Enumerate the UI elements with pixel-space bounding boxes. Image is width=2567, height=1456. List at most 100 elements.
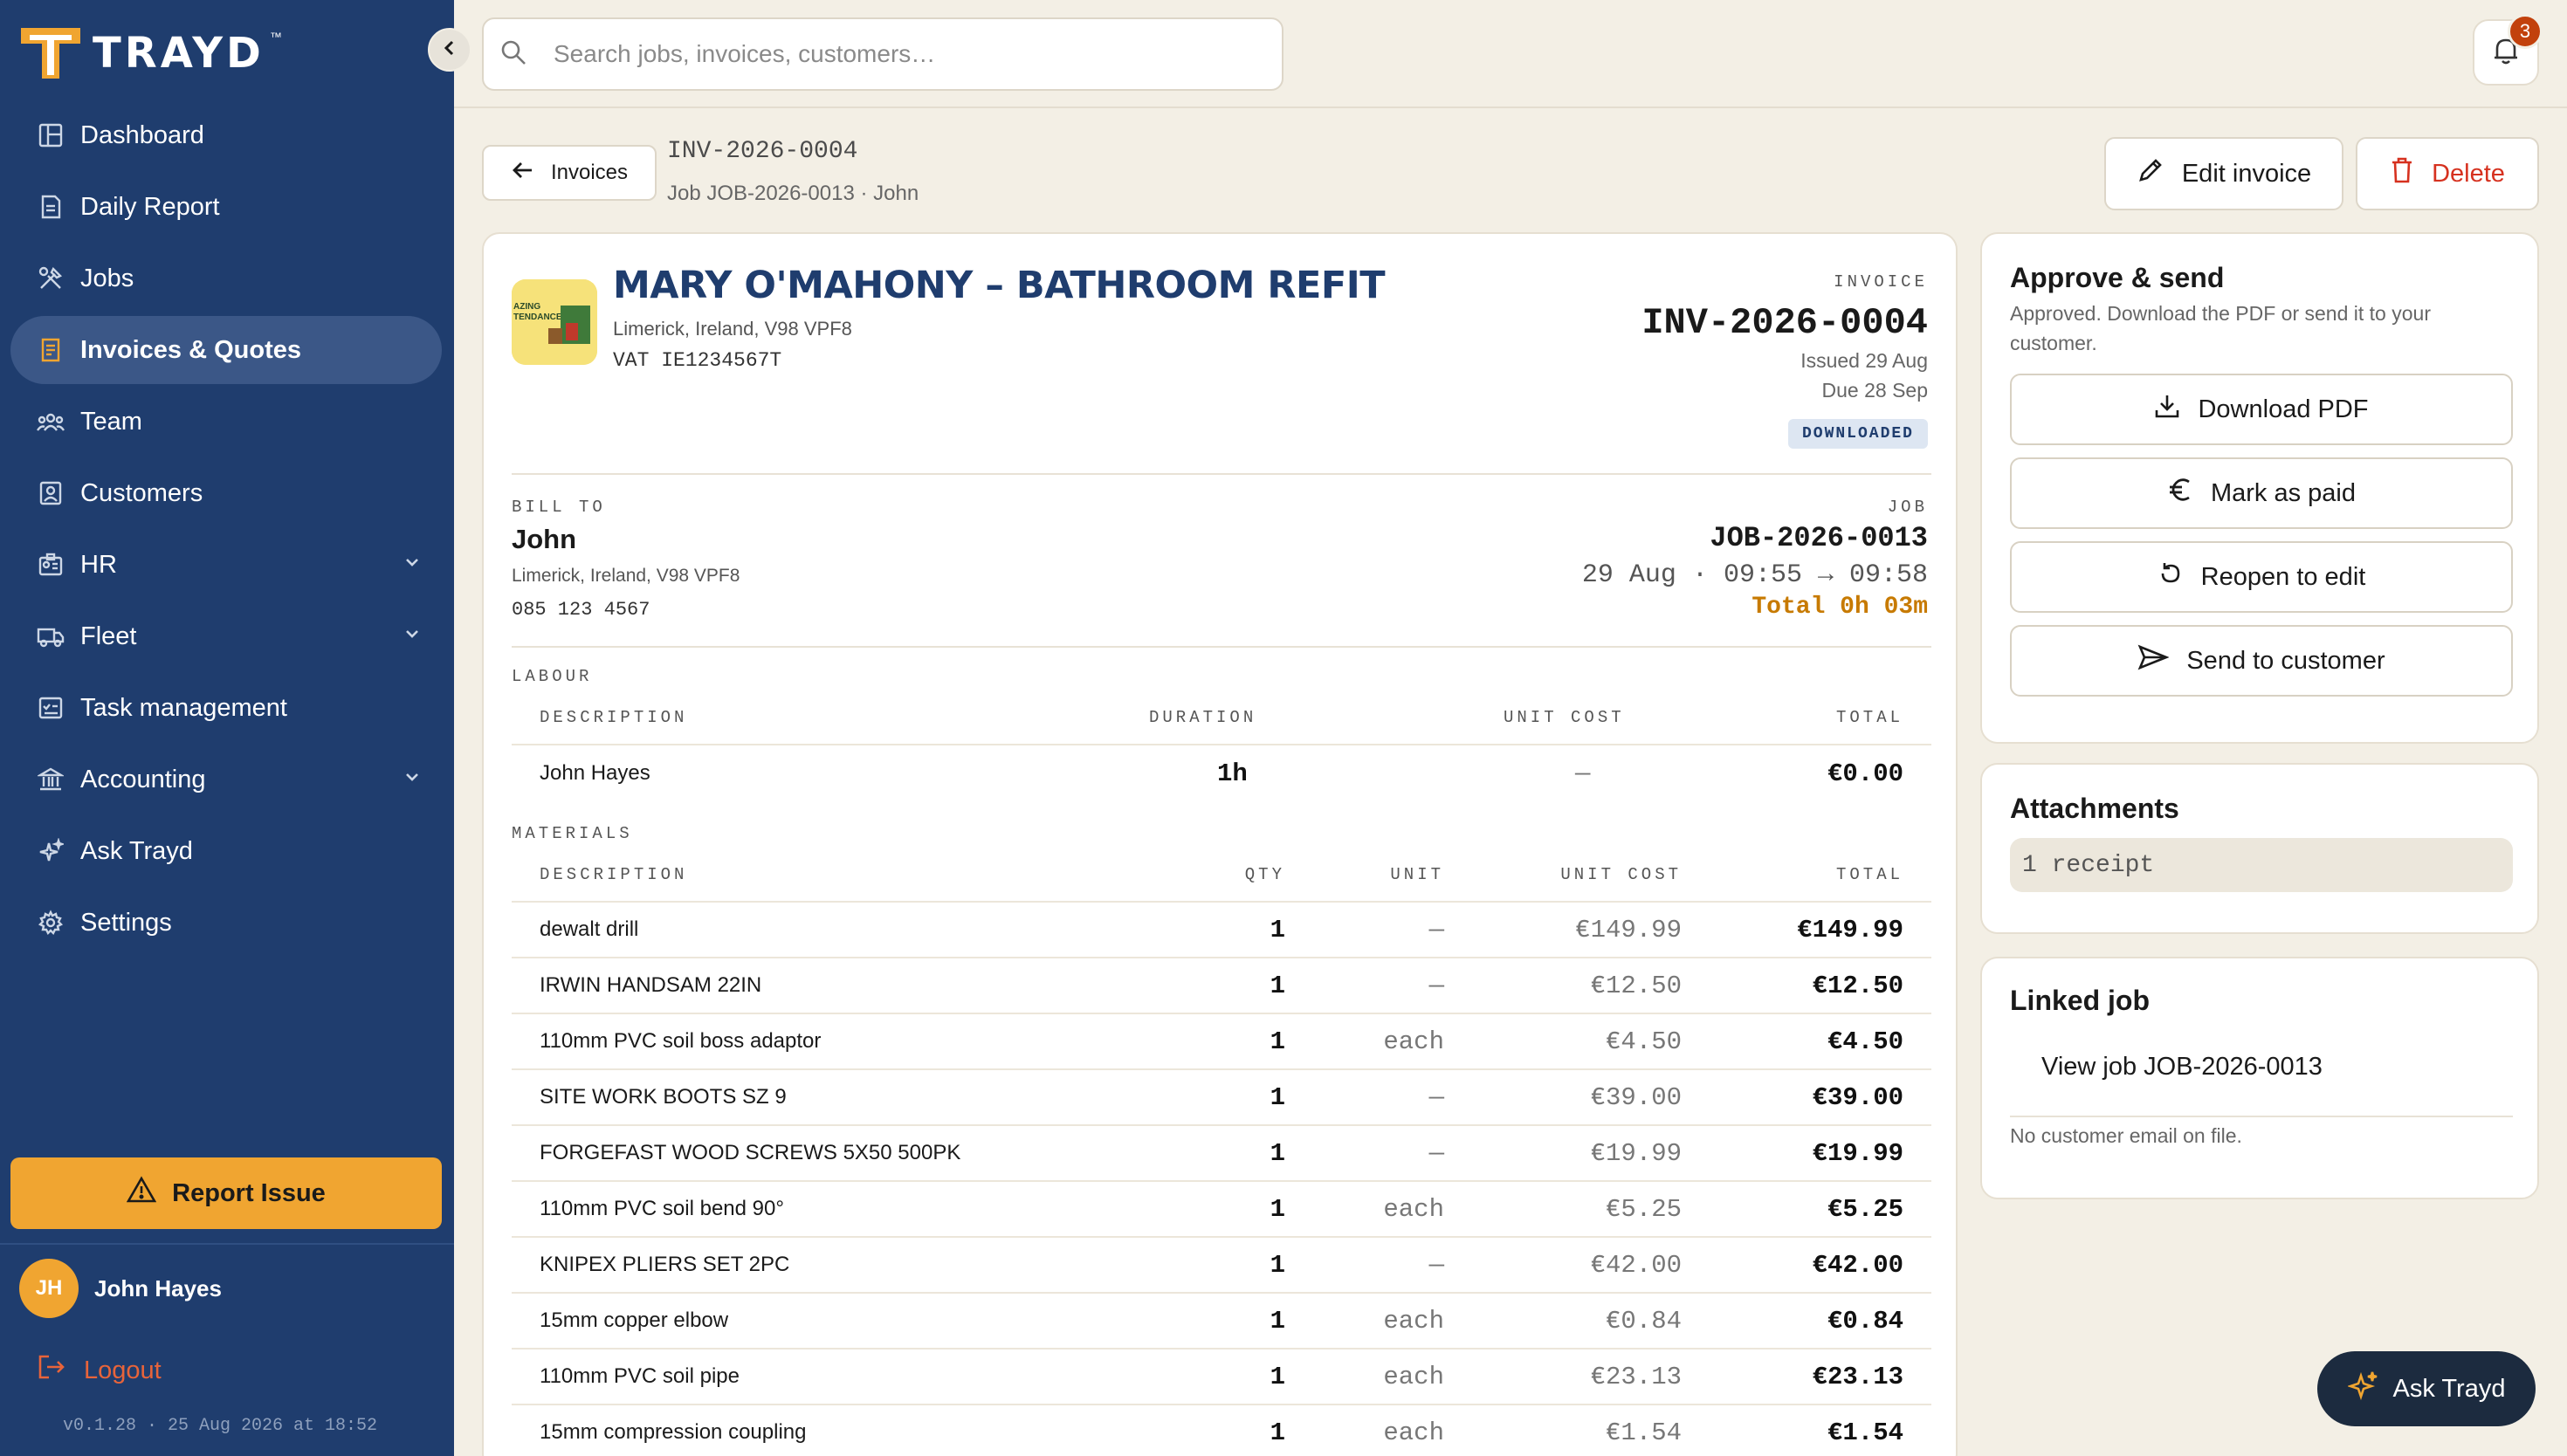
material-qty: 1	[1270, 1306, 1285, 1336]
trayd-logo-mark	[19, 26, 82, 80]
no-email-note: No customer email on file.	[2010, 1124, 2242, 1147]
material-qty: 1	[1270, 1138, 1285, 1168]
download-pdf-button[interactable]: Download PDF	[2010, 374, 2513, 445]
user-profile[interactable]: JH John Hayes	[19, 1259, 222, 1318]
notifications-button[interactable]: 3	[2473, 14, 2543, 86]
report-issue-label: Report Issue	[172, 1178, 326, 1207]
ask-trayd-label: Ask Trayd	[2392, 1374, 2506, 1403]
back-to-invoices-button[interactable]: Invoices	[482, 145, 657, 201]
sidebar-item-settings[interactable]: Settings	[10, 889, 442, 957]
truck-icon	[33, 619, 68, 654]
material-unit-cost: €23.13	[1590, 1362, 1682, 1391]
rotate-icon	[2158, 560, 2184, 594]
material-description: KNIPEX PLIERS SET 2PC	[540, 1253, 790, 1276]
sidebar-item-label: Task management	[80, 693, 287, 722]
invoice-number: INV-2026-0004	[1641, 302, 1928, 344]
material-qty: 1	[1270, 971, 1285, 1000]
table-row: dewalt drill 1 — €149.99 €149.99	[512, 903, 1931, 958]
material-unit: each	[1383, 1194, 1444, 1224]
materials-table: DESCRIPTION QTY UNIT UNIT COST TOTAL dew…	[512, 848, 1931, 1456]
customers-icon	[33, 476, 68, 511]
sidebar-nav: Dashboard Daily Report Jobs Invoices & Q…	[10, 101, 442, 960]
topbar: 3	[454, 0, 2567, 108]
material-description: 110mm PVC soil pipe	[540, 1364, 740, 1388]
column-header: TOTAL	[1835, 708, 1903, 727]
bill-to-address: Limerick, Ireland, V98 VPF8	[512, 566, 740, 586]
approve-send-subtitle: Approved. Download the PDF or send it to…	[2010, 302, 2431, 354]
job-number: JOB-2026-0013	[1710, 522, 1928, 554]
report-issue-button[interactable]: Report Issue	[10, 1157, 442, 1229]
sidebar-item-label: Customers	[80, 478, 203, 507]
table-row: John Hayes 1h — €0.00	[512, 745, 1931, 801]
id-card-icon	[33, 547, 68, 582]
view-job-link[interactable]: View job JOB-2026-0013	[2041, 1053, 2323, 1082]
material-description: dewalt drill	[540, 917, 639, 941]
dashboard-icon	[33, 118, 68, 153]
trayd-logo[interactable]: TRAYD ™	[19, 24, 282, 82]
material-total: €1.54	[1827, 1418, 1903, 1447]
delete-invoice-button[interactable]: Delete	[2356, 137, 2539, 210]
table-row: FORGEFAST WOOD SCREWS 5X50 500PK 1 — €19.99…	[512, 1126, 1931, 1182]
bill-to-phone: 085 123 4567	[512, 599, 650, 621]
bill-to-name: John	[512, 524, 577, 554]
sidebar-item-jobs[interactable]: Jobs	[10, 244, 442, 312]
notification-count-badge: 3	[2508, 14, 2543, 49]
sidebar-item-fleet[interactable]: Fleet	[10, 602, 442, 670]
mark-as-paid-label: Mark as paid	[2210, 478, 2356, 507]
material-description: SITE WORK BOOTS SZ 9	[540, 1085, 787, 1109]
customer-title: MARY O'MAHONY – BATHROOM REFIT	[613, 264, 1386, 307]
material-unit-cost: €4.50	[1605, 1027, 1682, 1056]
sidebar-item-team[interactable]: Team	[10, 388, 442, 456]
chevron-down-icon	[400, 550, 424, 581]
warning-icon	[126, 1176, 157, 1211]
table-row: 110mm PVC soil bend 90° 1 each €5.25 €5.25	[512, 1182, 1931, 1238]
material-unit-cost: €42.00	[1590, 1250, 1682, 1280]
sidebar-item-dashboard[interactable]: Dashboard	[10, 101, 442, 169]
sidebar-item-ask-trayd[interactable]: Ask Trayd	[10, 817, 442, 885]
invoice-card: AZING TENDANCE MARY O'MAHONY – BATHROOM …	[482, 232, 1958, 1456]
material-unit: —	[1428, 1082, 1444, 1112]
brand-tm: ™	[269, 30, 282, 44]
search-input[interactable]	[554, 40, 1252, 68]
tools-icon	[33, 261, 68, 296]
sidebar-item-invoices[interactable]: Invoices & Quotes	[10, 316, 442, 384]
sidebar-item-daily-report[interactable]: Daily Report	[10, 173, 442, 241]
svg-text:TENDANCE: TENDANCE	[513, 312, 562, 322]
back-button-label: Invoices	[550, 161, 629, 184]
sidebar-item-hr[interactable]: HR	[10, 531, 442, 599]
labour-duration: 1h	[1217, 759, 1248, 788]
sidebar-item-task-management[interactable]: Task management	[10, 674, 442, 742]
material-unit-cost: €149.99	[1575, 915, 1682, 944]
material-description: 15mm compression coupling	[540, 1420, 807, 1444]
material-description: IRWIN HANDSAM 22IN	[540, 973, 762, 997]
reopen-to-edit-button[interactable]: Reopen to edit	[2010, 541, 2513, 613]
sidebar-item-customers[interactable]: Customers	[10, 459, 442, 527]
labour-table: DESCRIPTION DURATION UNIT COST TOTAL Joh…	[512, 691, 1931, 801]
column-header: QTY	[1244, 865, 1285, 884]
status-badge: DOWNLOADED	[1787, 419, 1928, 449]
divider	[512, 473, 1931, 475]
logout-button[interactable]: Logout	[37, 1353, 162, 1388]
material-qty: 1	[1270, 1194, 1285, 1224]
table-row: 15mm copper elbow 1 each €0.84 €0.84	[512, 1294, 1931, 1350]
mark-as-paid-button[interactable]: Mark as paid	[2010, 457, 2513, 529]
search-bar[interactable]	[482, 17, 1284, 91]
send-to-customer-button[interactable]: Send to customer	[2010, 625, 2513, 697]
ask-trayd-button[interactable]: Ask Trayd	[2317, 1351, 2536, 1426]
sidebar-item-label: Fleet	[80, 622, 137, 650]
job-total-duration: Total 0h 03m	[1751, 594, 1928, 621]
invoice-label: INVOICE	[1834, 272, 1928, 292]
page-title: INV-2026-0004	[667, 138, 858, 165]
sidebar-item-accounting[interactable]: Accounting	[10, 745, 442, 814]
collapse-sidebar-button[interactable]	[428, 28, 471, 72]
edit-invoice-button[interactable]: Edit invoice	[2104, 137, 2343, 210]
send-to-customer-label: Send to customer	[2186, 646, 2385, 675]
material-total: €149.99	[1797, 915, 1903, 944]
labour-total: €0.00	[1827, 759, 1903, 788]
table-row: SITE WORK BOOTS SZ 9 1 — €39.00 €39.00	[512, 1070, 1931, 1126]
chevron-down-icon	[400, 622, 424, 653]
material-description: 110mm PVC soil bend 90°	[540, 1197, 784, 1220]
receipt-attachment[interactable]: 1 receipt	[2010, 838, 2513, 892]
material-total: €42.00	[1812, 1250, 1903, 1280]
labour-description: John Hayes	[540, 761, 650, 785]
